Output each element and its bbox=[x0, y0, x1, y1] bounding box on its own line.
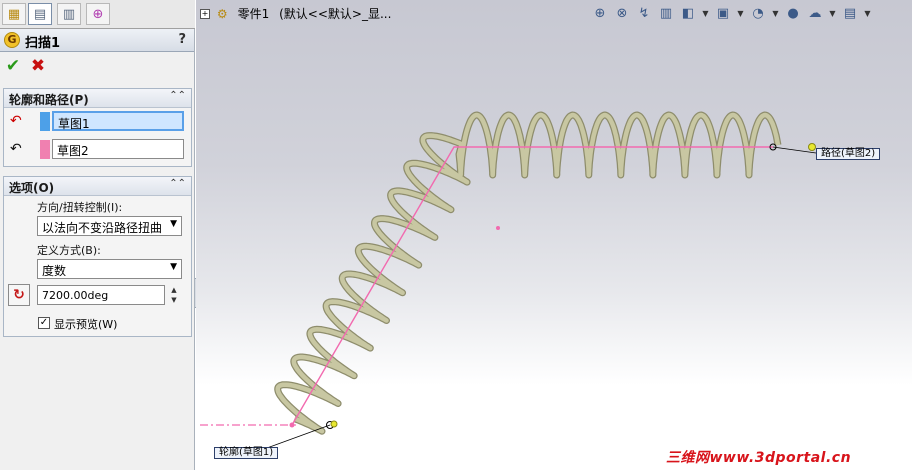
path-midpoint[interactable] bbox=[496, 226, 500, 230]
angle-input[interactable]: 7200.00deg bbox=[37, 285, 165, 305]
group-title: 轮廓和路径(P) bbox=[9, 93, 89, 107]
feature-tree-icon: ▦ bbox=[7, 6, 21, 22]
define-by-label: 定义方式(B): bbox=[37, 244, 101, 257]
profile-icon: ↶ bbox=[10, 113, 22, 129]
define-by-dropdown[interactable]: 度数 ▼ bbox=[37, 259, 182, 279]
dropdown-arrow-icon: ▼ bbox=[170, 219, 177, 229]
group-title: 选项(O) bbox=[9, 181, 55, 195]
profile-color-swatch bbox=[40, 112, 50, 131]
path-selection-box[interactable]: 草图2 bbox=[52, 139, 184, 159]
property-manager-tab[interactable]: ▤ bbox=[28, 3, 52, 25]
dropdown-arrow-icon: ▼ bbox=[170, 262, 177, 272]
orientation-dropdown[interactable]: 以法向不变沿路径扭曲 ▼ bbox=[37, 216, 182, 236]
collapse-icon[interactable]: ⌃⌃ bbox=[169, 178, 186, 189]
panel-tab-bar: ▦ ▤ ▥ ⊕ bbox=[0, 0, 195, 29]
dim-xpert-tab[interactable]: ⊕ bbox=[86, 3, 110, 25]
path-end-point[interactable] bbox=[808, 143, 816, 151]
help-button[interactable]: ? bbox=[178, 32, 186, 47]
property-manager-panel: ▦ ▤ ▥ ⊕ G 扫描1 ? ✔ ✖ 轮廓和路径(P) ⌃⌃ ↶ 草图1 ↶ … bbox=[0, 0, 195, 470]
options-group-header[interactable]: 选项(O) ⌃⌃ bbox=[4, 177, 191, 196]
orientation-label: 方向/扭转控制(I): bbox=[37, 201, 123, 214]
profile-selection-row: ↶ 草图1 bbox=[4, 109, 191, 133]
ok-button[interactable]: ✔ bbox=[4, 57, 22, 75]
path-color-swatch bbox=[40, 140, 50, 159]
reverse-direction-button[interactable]: ↻ bbox=[8, 284, 30, 306]
profile-callout[interactable]: 轮廓(草图1) bbox=[214, 447, 279, 459]
sweep-preview-spring[interactable] bbox=[274, 111, 782, 435]
angle-spinner[interactable]: ▲ ▼ bbox=[168, 285, 180, 305]
collapse-icon[interactable]: ⌃⌃ bbox=[169, 90, 186, 101]
configuration-manager-tab[interactable]: ▥ bbox=[57, 3, 81, 25]
feature-manager-tab[interactable]: ▦ bbox=[2, 3, 26, 25]
model-viewport[interactable] bbox=[196, 0, 912, 470]
graphics-area[interactable]: + ⚙ 零件1 (默认<<默认>_显... ⊕ ⊗ ↯ ▥ ◧ ▼ ▣ ▼ ◔ … bbox=[196, 0, 912, 470]
feature-title-bar: G 扫描1 ? bbox=[0, 29, 194, 52]
feature-title: 扫描1 bbox=[25, 36, 61, 51]
profile-selection-box[interactable]: 草图1 bbox=[52, 111, 184, 131]
watermark: 三维网www.3dportal.cn bbox=[666, 450, 852, 466]
target-icon: ⊕ bbox=[92, 6, 104, 22]
path-start-point[interactable] bbox=[289, 422, 295, 428]
profile-path-group: 轮廓和路径(P) ⌃⌃ ↶ 草图1 ↶ 草图2 bbox=[3, 88, 192, 167]
property-manager-icon: ▤ bbox=[33, 6, 47, 22]
path-selection-row: ↶ 草图2 bbox=[4, 137, 191, 161]
spin-down-icon[interactable]: ▼ bbox=[168, 295, 180, 305]
profile-end-point[interactable] bbox=[330, 420, 338, 428]
configuration-icon: ▥ bbox=[62, 6, 76, 22]
orientation-value: 以法向不变沿路径扭曲 bbox=[42, 221, 163, 235]
reverse-arrow-icon: ↻ bbox=[13, 287, 25, 303]
show-preview-checkbox[interactable]: ✓ bbox=[38, 317, 50, 329]
path-callout[interactable]: 路径(草图2) bbox=[816, 148, 881, 160]
spin-up-icon[interactable]: ▲ bbox=[168, 285, 180, 295]
profile-path-group-header[interactable]: 轮廓和路径(P) ⌃⌃ bbox=[4, 89, 191, 108]
define-by-value: 度数 bbox=[42, 264, 67, 278]
sweep-feature-icon: G bbox=[4, 32, 20, 48]
path-icon: ↶ bbox=[10, 141, 22, 157]
show-preview-label: 显示预览(W) bbox=[54, 318, 118, 331]
cancel-button[interactable]: ✖ bbox=[29, 57, 47, 75]
